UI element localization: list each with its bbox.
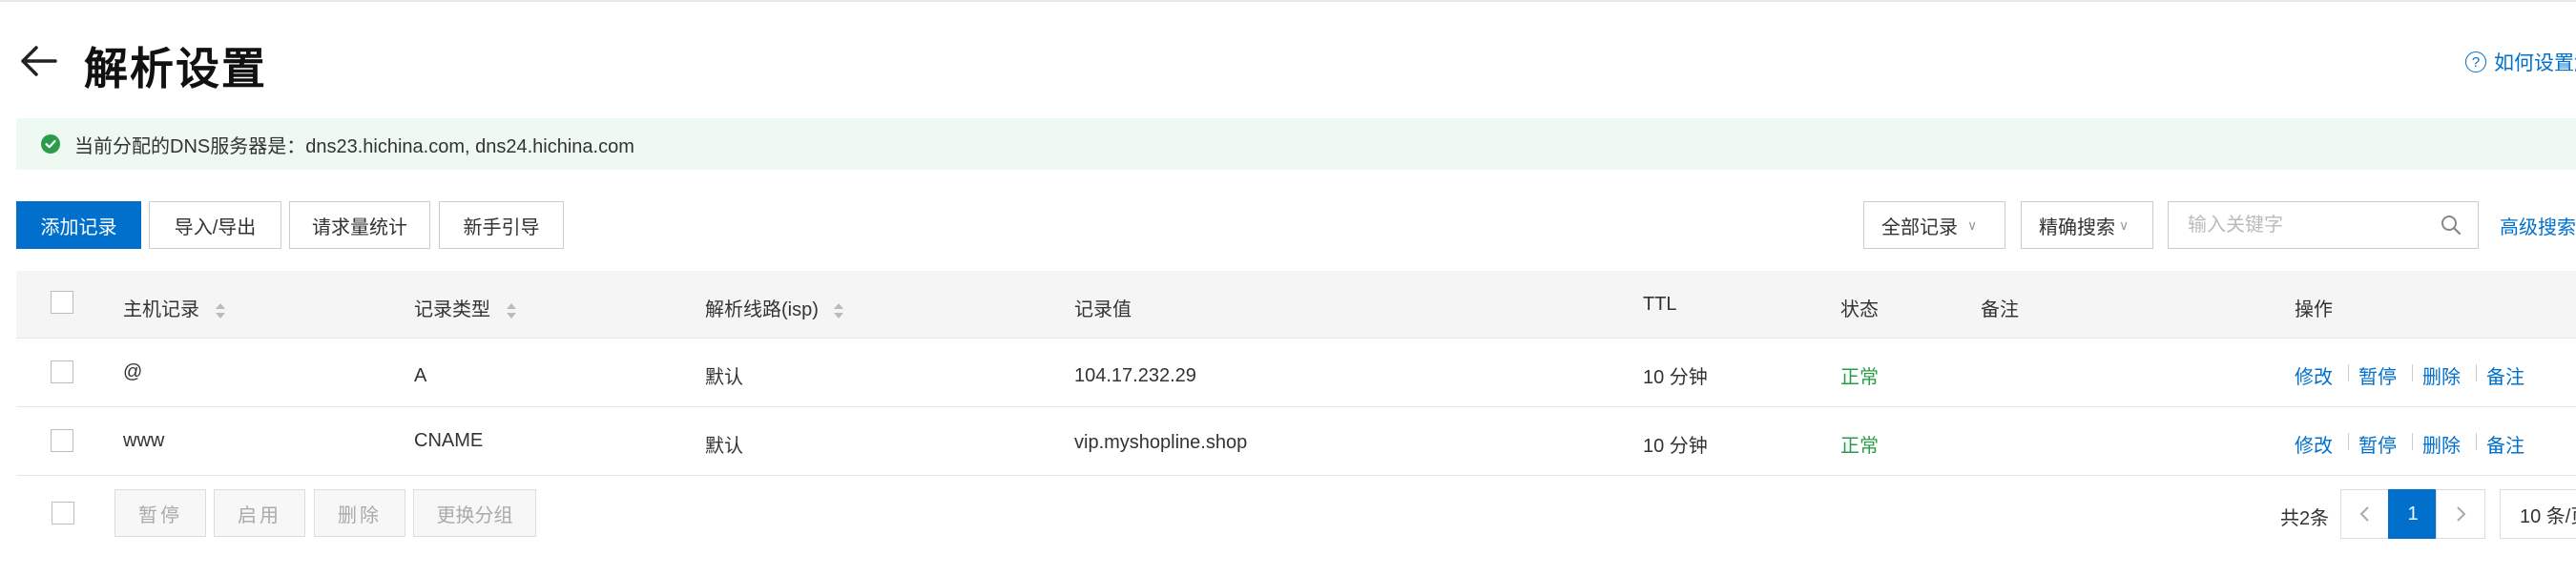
pause-link[interactable]: 暂停 xyxy=(2358,430,2397,458)
column-header-value: 记录值 xyxy=(1074,299,1132,320)
column-host-label: 主机记录 xyxy=(123,299,199,320)
divider xyxy=(2348,433,2349,450)
column-header-line[interactable]: 解析线路(isp) xyxy=(705,294,844,321)
sort-icon[interactable] xyxy=(833,301,844,320)
row-checkbox[interactable] xyxy=(51,360,73,383)
sort-icon[interactable] xyxy=(506,301,517,320)
column-header-host[interactable]: 主机记录 xyxy=(123,294,226,321)
divider xyxy=(2412,433,2413,450)
host-cell: www xyxy=(123,430,165,451)
type-cell: A xyxy=(414,365,427,386)
ttl-cell: 10 分钟 xyxy=(1643,367,1708,388)
search-icon[interactable] xyxy=(2440,214,2462,237)
notice-text: 当前分配的DNS服务器是：dns23.hichina.com, dns24.hi… xyxy=(74,135,634,157)
next-page-button[interactable] xyxy=(2436,489,2485,539)
bulk-select-checkbox[interactable] xyxy=(52,502,74,525)
row-checkbox[interactable] xyxy=(51,429,73,452)
bulk-enable-button[interactable]: 启用 xyxy=(214,489,305,537)
back-arrow-icon[interactable] xyxy=(17,40,59,82)
table-row: @ A 默认 104.17.232.29 10 分钟 正常 修改 暂停 删除 备… xyxy=(16,339,2576,407)
help-link-label: 如何设置解 xyxy=(2494,52,2576,74)
chevron-left-icon xyxy=(2359,506,2369,522)
search-mode-select[interactable]: 精确搜索 ∨ xyxy=(2021,201,2153,249)
divider xyxy=(2476,433,2477,450)
host-cell: @ xyxy=(123,361,143,382)
column-header-type[interactable]: 记录类型 xyxy=(414,294,517,321)
divider xyxy=(2348,364,2349,381)
value-cell: 104.17.232.29 xyxy=(1074,365,1196,386)
remark-link[interactable]: 备注 xyxy=(2486,361,2524,389)
prev-page-button[interactable] xyxy=(2340,489,2390,539)
bulk-delete-button[interactable]: 删除 xyxy=(314,489,405,537)
bulk-pause-button[interactable]: 暂停 xyxy=(114,489,206,537)
edit-link[interactable]: 修改 xyxy=(2295,430,2333,458)
page-title: 解析设置 xyxy=(84,44,267,93)
question-circle-icon: ? xyxy=(2465,51,2486,72)
dns-server-notice: 当前分配的DNS服务器是：dns23.hichina.com, dns24.hi… xyxy=(16,118,2576,170)
status-cell: 正常 xyxy=(1840,367,1879,388)
keyword-search-box[interactable] xyxy=(2168,201,2479,249)
line-cell: 默认 xyxy=(705,436,743,457)
table-header: 主机记录 记录类型 解析线路(isp) 记录值 TTL 状态 备注 操作 xyxy=(16,271,2576,339)
total-count: 共2条 xyxy=(2280,508,2330,529)
keyword-search-input[interactable] xyxy=(2186,202,2428,248)
edit-link[interactable]: 修改 xyxy=(2295,361,2333,389)
column-header-status: 状态 xyxy=(1840,299,1879,320)
check-circle-icon xyxy=(41,134,60,154)
guide-button[interactable]: 新手引导 xyxy=(439,201,564,249)
search-mode-value: 精确搜索 xyxy=(2039,216,2115,238)
chevron-right-icon xyxy=(2457,506,2466,522)
column-type-label: 记录类型 xyxy=(414,299,490,320)
chevron-down-icon: ∨ xyxy=(2119,216,2129,233)
delete-link[interactable]: 删除 xyxy=(2422,430,2461,458)
pause-link[interactable]: 暂停 xyxy=(2358,361,2397,389)
add-record-button[interactable]: 添加记录 xyxy=(16,201,141,249)
value-cell: vip.myshopline.shop xyxy=(1074,432,1248,453)
window-top-border xyxy=(0,0,2576,2)
import-export-button[interactable]: 导入/导出 xyxy=(149,201,281,249)
page-size-select[interactable]: 10 条/页 xyxy=(2500,489,2576,539)
request-stats-button[interactable]: 请求量统计 xyxy=(289,201,430,249)
chevron-down-icon: ∨ xyxy=(1967,216,1978,233)
remark-link[interactable]: 备注 xyxy=(2486,430,2524,458)
divider xyxy=(2476,364,2477,381)
table-row: www CNAME 默认 vip.myshopline.shop 10 分钟 正… xyxy=(16,407,2576,476)
column-header-remark: 备注 xyxy=(1981,299,2019,320)
delete-link[interactable]: 删除 xyxy=(2422,361,2461,389)
record-filter-select[interactable]: 全部记录 ∨ xyxy=(1863,201,2005,249)
type-cell: CNAME xyxy=(414,430,484,451)
record-filter-value: 全部记录 xyxy=(1881,216,1958,238)
sort-icon[interactable] xyxy=(215,301,226,320)
change-group-button[interactable]: 更换分组 xyxy=(413,489,536,537)
help-link[interactable]: ? 如何设置解 xyxy=(2465,48,2576,76)
select-all-checkbox[interactable] xyxy=(51,291,73,314)
line-cell: 默认 xyxy=(705,367,743,388)
advanced-search-link[interactable]: 高级搜索 xyxy=(2500,212,2576,239)
ttl-cell: 10 分钟 xyxy=(1643,436,1708,457)
divider xyxy=(2412,364,2413,381)
column-header-ttl: TTL xyxy=(1643,294,1677,315)
column-line-label: 解析线路(isp) xyxy=(705,299,819,320)
page-number-button[interactable]: 1 xyxy=(2388,489,2438,539)
status-cell: 正常 xyxy=(1840,436,1879,457)
column-header-actions: 操作 xyxy=(2295,299,2333,320)
